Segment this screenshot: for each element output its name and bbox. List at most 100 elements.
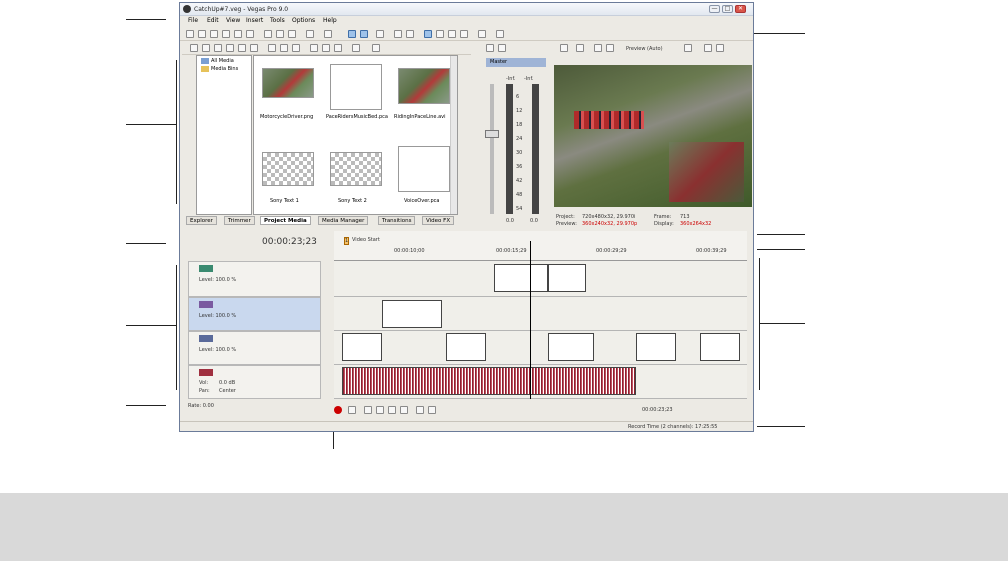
clip[interactable] [636, 333, 676, 361]
properties-icon[interactable] [246, 30, 254, 38]
save-as-icon[interactable] [222, 30, 230, 38]
get-media-icon[interactable] [214, 44, 222, 52]
stop-icon[interactable] [400, 406, 408, 414]
save-snapshot-icon[interactable] [716, 44, 724, 52]
loop-icon[interactable] [348, 406, 356, 414]
menu-view[interactable]: View [226, 17, 240, 24]
maximize-button[interactable]: □ [722, 5, 733, 13]
snap-icon[interactable] [348, 30, 356, 38]
track-header-3[interactable]: Level: 100.0 % [188, 331, 321, 365]
paste-icon[interactable] [288, 30, 296, 38]
track-lane-2[interactable] [334, 297, 747, 331]
save-icon[interactable] [210, 30, 218, 38]
audio-track-header[interactable]: Vol: 0.0 dB Pan: Center [188, 365, 321, 399]
tab-project-media[interactable]: Project Media [260, 216, 311, 225]
menu-help[interactable]: Help [323, 17, 337, 24]
clip[interactable] [548, 333, 594, 361]
help-pointer-icon[interactable] [496, 30, 504, 38]
copy-icon[interactable] [276, 30, 284, 38]
menu-insert[interactable]: Insert [246, 17, 263, 24]
copy-snapshot-icon[interactable] [704, 44, 712, 52]
clip[interactable] [548, 264, 586, 292]
menu-tools[interactable]: Tools [270, 17, 285, 24]
stop-icon[interactable] [322, 44, 330, 52]
video-fx-icon[interactable] [594, 44, 602, 52]
go-to-start-icon[interactable] [416, 406, 424, 414]
delete-icon[interactable] [268, 44, 276, 52]
mixer-icon[interactable] [486, 44, 494, 52]
tab-explorer[interactable]: Explorer [186, 216, 217, 225]
open-icon[interactable] [198, 30, 206, 38]
media-fx-icon[interactable] [250, 44, 258, 52]
remove-unused-icon[interactable] [238, 44, 246, 52]
minimize-button[interactable]: — [709, 5, 720, 13]
display-value: 360x264x32 [680, 221, 712, 227]
crossfade-icon[interactable] [394, 30, 402, 38]
extract-audio-icon[interactable] [226, 44, 234, 52]
marker-number[interactable]: 1 [344, 237, 350, 245]
preview-quality[interactable]: Preview (Auto) [626, 46, 663, 52]
trim-icon[interactable] [478, 30, 486, 38]
redo-icon[interactable] [324, 30, 332, 38]
split-screen-icon[interactable] [606, 44, 614, 52]
selection-tool-icon[interactable] [448, 30, 456, 38]
capture-icon[interactable] [202, 44, 210, 52]
clip[interactable] [382, 300, 442, 328]
menu-file[interactable]: File [188, 17, 198, 24]
media-thumb-4[interactable] [330, 152, 382, 186]
tree-item-all-media[interactable]: All Media [211, 58, 234, 64]
play-icon[interactable] [310, 44, 318, 52]
menu-options[interactable]: Options [292, 17, 315, 24]
lock-envelopes-icon[interactable] [376, 30, 384, 38]
tab-trimmer[interactable]: Trimmer [224, 216, 255, 225]
clip[interactable] [700, 333, 740, 361]
track-header-2[interactable]: Level: 100.0 % [188, 297, 321, 331]
go-to-end-icon[interactable] [428, 406, 436, 414]
undo-icon[interactable] [306, 30, 314, 38]
tab-media-manager[interactable]: Media Manager [318, 216, 369, 225]
add-icon[interactable] [292, 44, 300, 52]
preview-settings-icon[interactable] [560, 44, 568, 52]
new-icon[interactable] [186, 30, 194, 38]
audio-lane[interactable] [334, 365, 747, 399]
tab-video-fx[interactable]: Video FX [422, 216, 455, 225]
tab-transitions[interactable]: Transitions [378, 216, 416, 225]
playhead-cursor[interactable] [530, 241, 531, 399]
move-icon[interactable] [280, 44, 288, 52]
close-button[interactable]: ✕ [735, 5, 746, 13]
external-monitor-icon[interactable] [576, 44, 584, 52]
track-header-1[interactable]: Level: 100.0 % [188, 261, 321, 297]
group-icon[interactable] [406, 30, 414, 38]
media-thumb-1[interactable] [330, 64, 382, 110]
pause-icon[interactable] [388, 406, 396, 414]
track-lane-1[interactable] [334, 261, 747, 297]
auto-preview-icon[interactable] [334, 44, 342, 52]
media-thumb-5[interactable] [398, 146, 450, 192]
menu-edit[interactable]: Edit [207, 17, 219, 24]
master-fader[interactable] [485, 130, 499, 138]
envelope-tool-icon[interactable] [436, 30, 444, 38]
audio-clip[interactable] [342, 367, 636, 395]
clip[interactable] [494, 264, 548, 292]
media-scrollbar[interactable] [450, 56, 457, 214]
auto-ripple-icon[interactable] [360, 30, 368, 38]
clip[interactable] [446, 333, 486, 361]
record-icon[interactable] [334, 406, 342, 414]
zoom-tool-icon[interactable] [460, 30, 468, 38]
render-icon[interactable] [234, 30, 242, 38]
search-icon[interactable] [372, 44, 380, 52]
track-lane-3[interactable] [334, 331, 747, 365]
overlays-icon[interactable] [684, 44, 692, 52]
media-thumb-2[interactable] [398, 68, 450, 104]
play-icon[interactable] [376, 406, 384, 414]
cut-icon[interactable] [264, 30, 272, 38]
tree-item-media-bins[interactable]: Media Bins [211, 66, 238, 72]
import-media-icon[interactable] [190, 44, 198, 52]
media-thumb-0[interactable] [262, 68, 314, 98]
views-icon[interactable] [352, 44, 360, 52]
bus-icon[interactable] [498, 44, 506, 52]
media-thumb-3[interactable] [262, 152, 314, 186]
play-from-start-icon[interactable] [364, 406, 372, 414]
normal-edit-tool-icon[interactable] [424, 30, 432, 38]
clip[interactable] [342, 333, 382, 361]
